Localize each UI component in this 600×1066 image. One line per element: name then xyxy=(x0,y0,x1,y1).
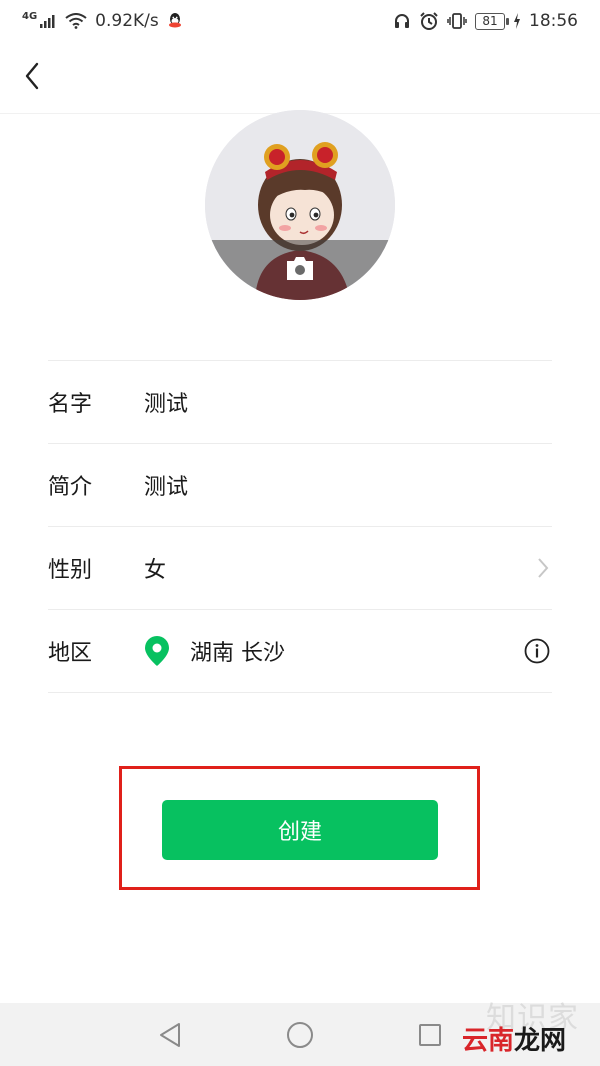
nav-home-button[interactable] xyxy=(280,1015,320,1055)
name-row[interactable]: 名字 测试 xyxy=(48,361,552,444)
avatar-picker[interactable] xyxy=(205,110,395,300)
profile-form: 名字 测试 简介 测试 性别 女 地区 湖南 长沙 xyxy=(48,360,552,693)
create-button[interactable]: 创建 xyxy=(162,800,438,860)
charging-icon xyxy=(514,13,520,29)
watermark-main-b: 龙网 xyxy=(514,1026,567,1056)
circle-home-icon xyxy=(287,1021,313,1048)
qq-icon xyxy=(168,13,181,28)
region-row[interactable]: 地区 湖南 长沙 xyxy=(48,610,552,693)
clock: 18:56 xyxy=(529,11,578,31)
battery-icon: 81 xyxy=(475,12,509,30)
signal-icon xyxy=(40,15,55,28)
wifi-icon xyxy=(65,13,87,29)
alarm-icon xyxy=(420,12,438,30)
status-right: 81 18:56 xyxy=(393,11,578,31)
name-label: 名字 xyxy=(48,392,93,417)
watermark-main: 云南龙网 xyxy=(462,1020,566,1057)
chevron-left-icon xyxy=(25,62,39,90)
region-value: 湖南 长沙 xyxy=(190,641,285,666)
gender-row[interactable]: 性别 女 xyxy=(48,527,552,610)
gender-value: 女 xyxy=(144,558,167,583)
name-value[interactable]: 测试 xyxy=(144,386,188,418)
network-type: 4G xyxy=(22,10,38,22)
triangle-back-icon xyxy=(160,1022,180,1047)
vibrate-icon xyxy=(447,13,467,29)
intro-label: 简介 xyxy=(48,475,93,500)
back-button[interactable] xyxy=(12,56,52,96)
gender-label: 性别 xyxy=(48,558,93,583)
intro-row[interactable]: 简介 测试 xyxy=(48,444,552,527)
network-speed: 0.92K/s xyxy=(95,11,159,31)
watermark-main-a: 云南 xyxy=(462,1026,515,1056)
status-bar: 4G 0.92K/s 81 18:56 xyxy=(0,0,600,42)
square-recents-icon xyxy=(419,1023,441,1046)
chevron-right-icon xyxy=(538,558,549,578)
location-pin-icon xyxy=(145,636,169,666)
intro-value[interactable]: 测试 xyxy=(144,469,188,501)
info-icon[interactable] xyxy=(524,638,550,664)
nav-recents-button[interactable] xyxy=(410,1015,450,1055)
headphone-icon xyxy=(395,14,409,28)
nav-back-button[interactable] xyxy=(150,1015,190,1055)
region-label: 地区 xyxy=(48,641,93,666)
camera-icon xyxy=(287,257,313,280)
status-left: 4G 0.92K/s xyxy=(22,11,183,31)
